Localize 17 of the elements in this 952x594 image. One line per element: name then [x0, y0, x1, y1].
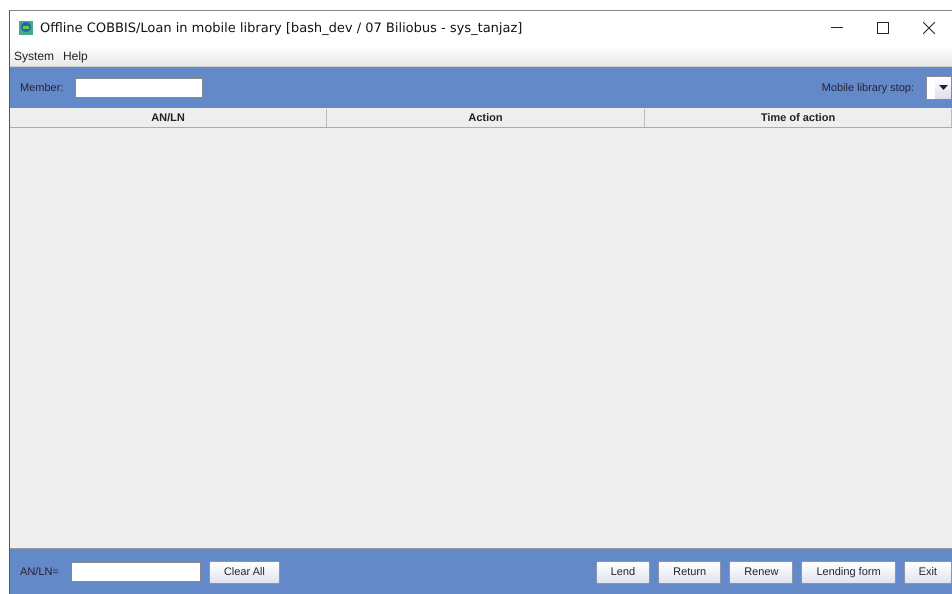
action-button[interactable]: Lending form — [801, 560, 896, 584]
stop-label: Mobile library stop: — [822, 82, 914, 94]
app-icon — [18, 20, 34, 36]
stop-dropdown[interactable] — [926, 76, 952, 100]
member-label: Member: — [20, 82, 64, 94]
caret-icon — [938, 85, 948, 90]
member-field[interactable] — [75, 78, 204, 98]
action-button[interactable]: Lend — [596, 560, 650, 584]
action-button[interactable]: Return — [658, 560, 722, 584]
action-button[interactable]: Renew — [729, 560, 794, 584]
action-button[interactable]: Exit — [904, 560, 952, 584]
anln-label: AN/LN= — [20, 566, 59, 578]
anln-field[interactable] — [70, 562, 201, 582]
menu-item[interactable]: Help — [63, 48, 88, 62]
menu-item[interactable]: System — [14, 48, 54, 62]
window-title: Offline COBBIS/Loan in mobile library [bash_dev / 07 Biliobus - sys_tanjaz] — [40, 20, 524, 36]
clear-all-button[interactable]: Clear All — [208, 560, 280, 584]
